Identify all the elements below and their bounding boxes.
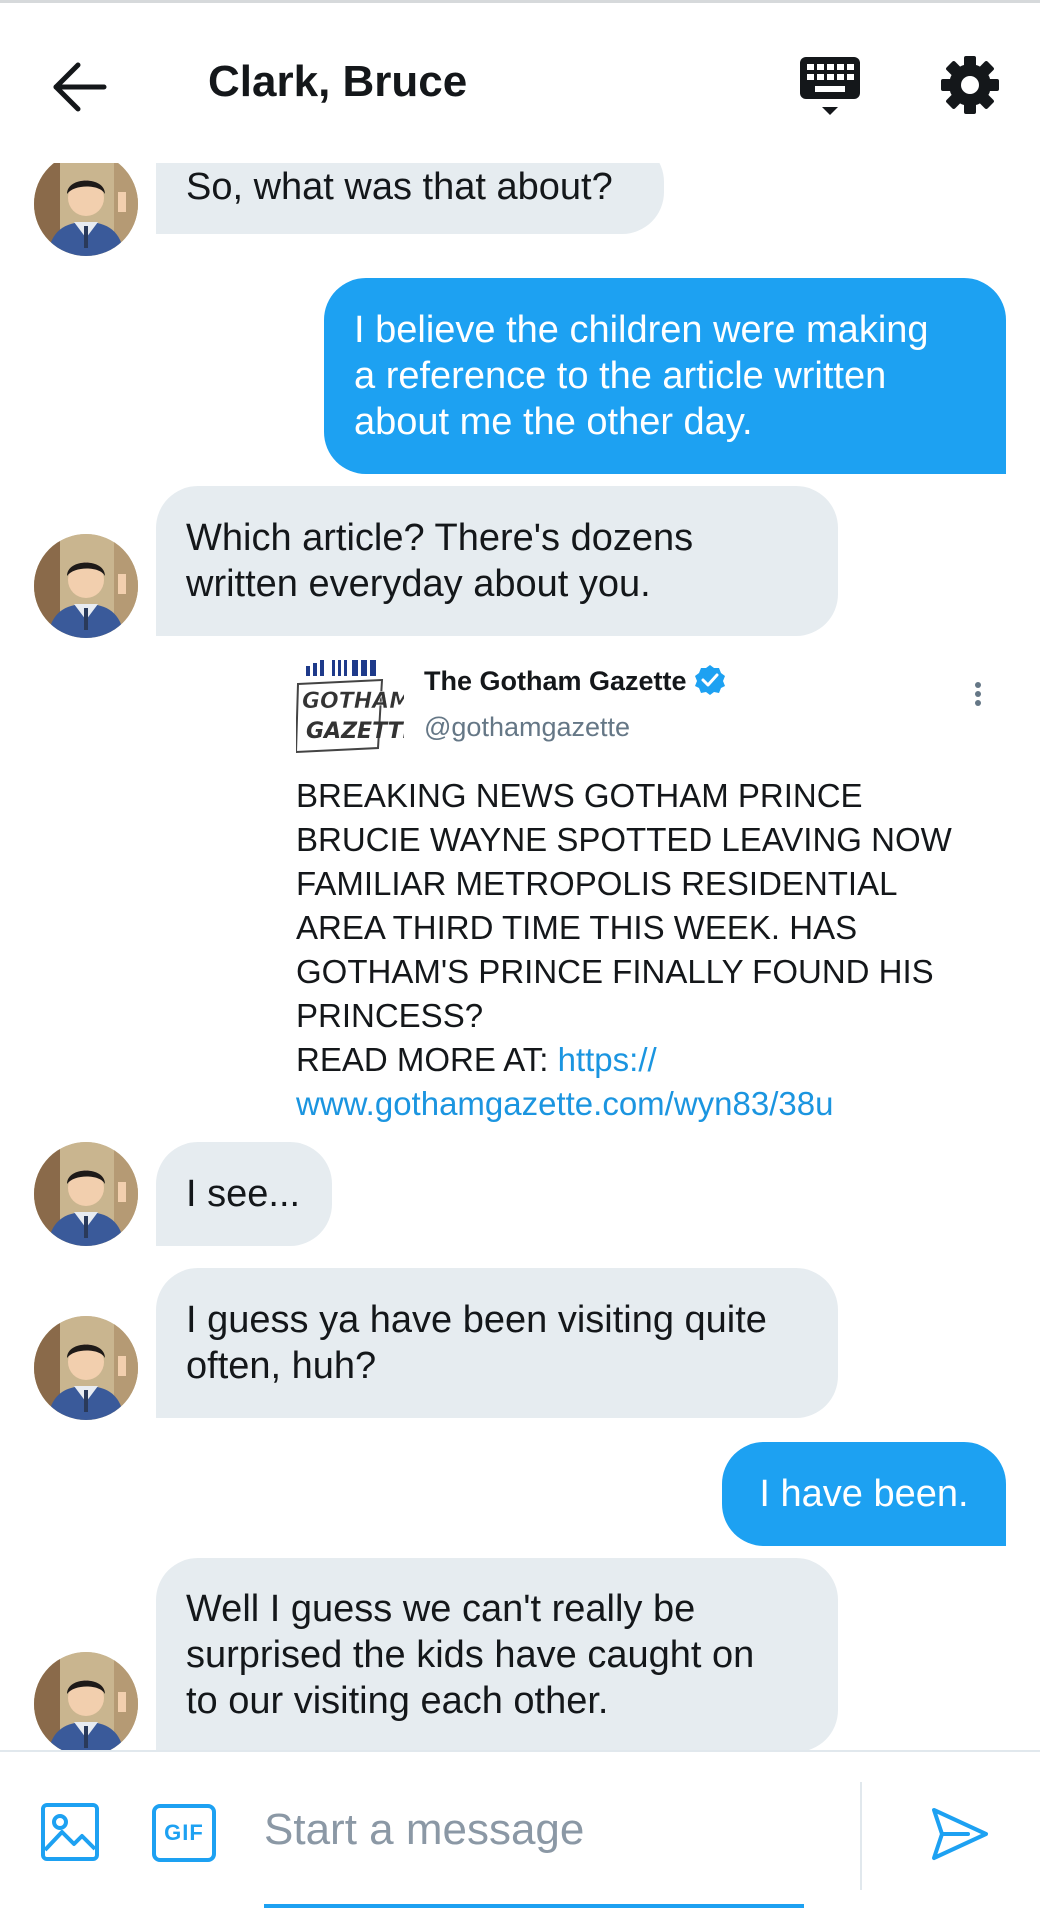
conversation-header: Clark, Bruce — [0, 3, 1040, 163]
newspaper-logo-icon: GOTHAM GAZETTE — [294, 660, 418, 754]
tweet-author-name[interactable]: The Gotham Gazette — [424, 666, 687, 697]
message-text-line: a reference to the article written — [354, 355, 887, 397]
message-composer: GIF — [0, 1750, 1040, 1920]
message-text-line: often, huh? — [186, 1345, 377, 1387]
arrow-left-icon — [53, 62, 107, 112]
tweet-link[interactable]: https:// — [558, 1041, 657, 1078]
message-list[interactable]: So, what was that about? I believe the c… — [0, 160, 1040, 1750]
keyboard-icon — [800, 57, 860, 115]
tweet-text-line: FAMILIAR METROPOLIS RESIDENTIAL — [296, 865, 898, 902]
tweet-text-line: BREAKING NEWS GOTHAM PRINCE — [296, 777, 863, 814]
outgoing-message[interactable]: I believe the children were making a ref… — [324, 278, 1006, 474]
logo-text-line: GOTHAM — [302, 689, 404, 714]
composer-divider — [860, 1782, 862, 1890]
tweet-text-line: BRUCIE WAYNE SPOTTED LEAVING NOW — [296, 821, 952, 858]
user-avatar-icon — [34, 160, 138, 256]
user-avatar-icon — [34, 534, 138, 638]
image-icon — [41, 1803, 99, 1861]
message-text-line: I believe the children were making — [354, 309, 929, 351]
gif-button[interactable]: GIF — [152, 1804, 216, 1862]
add-image-button[interactable] — [40, 1802, 100, 1862]
send-icon — [932, 1808, 988, 1860]
message-text-line: Well I guess we can't really be — [186, 1588, 696, 1630]
avatar[interactable] — [34, 1142, 138, 1246]
conversation-title: Clark, Bruce — [208, 57, 468, 106]
avatar[interactable] — [34, 534, 138, 638]
verified-badge-icon — [694, 664, 726, 696]
user-avatar-icon — [34, 1652, 138, 1750]
message-text-line: surprised the kids have caught on — [186, 1634, 755, 1676]
send-button[interactable] — [928, 1802, 992, 1866]
message-text-line: to our visiting each other. — [186, 1680, 609, 1722]
message-input[interactable] — [264, 1792, 804, 1868]
message-text-line: Which article? There's dozens — [186, 517, 694, 559]
tweet-more-button[interactable] — [972, 680, 984, 710]
tweet-text: BREAKING NEWS GOTHAM PRINCE BRUCIE WAYNE… — [296, 774, 1016, 1126]
incoming-message[interactable]: I guess ya have been visiting quite ofte… — [156, 1268, 838, 1418]
outgoing-message[interactable]: I have been. — [722, 1442, 1006, 1546]
incoming-message[interactable]: Which article? There's dozens written ev… — [156, 486, 838, 636]
incoming-message[interactable]: So, what was that about? — [156, 160, 664, 234]
user-avatar-icon — [34, 1316, 138, 1420]
tweet-author-handle[interactable]: @gothamgazette — [424, 712, 630, 743]
user-avatar-icon — [34, 1142, 138, 1246]
tweet-link[interactable]: www.gothamgazette.com/wyn83/38u — [296, 1082, 1016, 1126]
gif-label: GIF — [164, 1820, 204, 1845]
message-text-line: I see... — [186, 1173, 301, 1215]
gear-icon — [941, 56, 999, 114]
tweet-text-line: PRINCESS? — [296, 997, 484, 1034]
message-text-line: So, what was that about? — [186, 166, 613, 208]
tweet-read-more-line: READ MORE AT: https:// — [296, 1038, 1016, 1082]
more-vertical-icon — [975, 682, 981, 706]
incoming-message[interactable]: Well I guess we can't really be surprise… — [156, 1558, 838, 1750]
settings-button[interactable] — [940, 55, 1000, 115]
gotham-gazette-logo[interactable]: GOTHAM GAZETTE — [294, 660, 418, 760]
input-focus-underline — [264, 1904, 804, 1908]
incoming-message[interactable]: I see... — [156, 1142, 332, 1246]
message-text-line: written everyday about you. — [186, 563, 651, 605]
avatar[interactable] — [34, 1316, 138, 1420]
avatar[interactable] — [34, 1652, 138, 1750]
message-text-line: I guess ya have been visiting quite — [186, 1299, 767, 1341]
message-text-line: about me the other day. — [354, 401, 753, 443]
message-text-line: I have been. — [759, 1473, 969, 1515]
tweet-text-line: GOTHAM'S PRINCE FINALLY FOUND HIS — [296, 953, 934, 990]
logo-text-line: GAZETTE — [306, 719, 404, 744]
avatar[interactable] — [34, 160, 138, 256]
keyboard-button[interactable] — [798, 55, 868, 123]
tweet-text-line: AREA THIRD TIME THIS WEEK. HAS — [296, 909, 858, 946]
read-more-label: READ MORE AT: — [296, 1041, 558, 1078]
back-button[interactable] — [48, 55, 112, 119]
